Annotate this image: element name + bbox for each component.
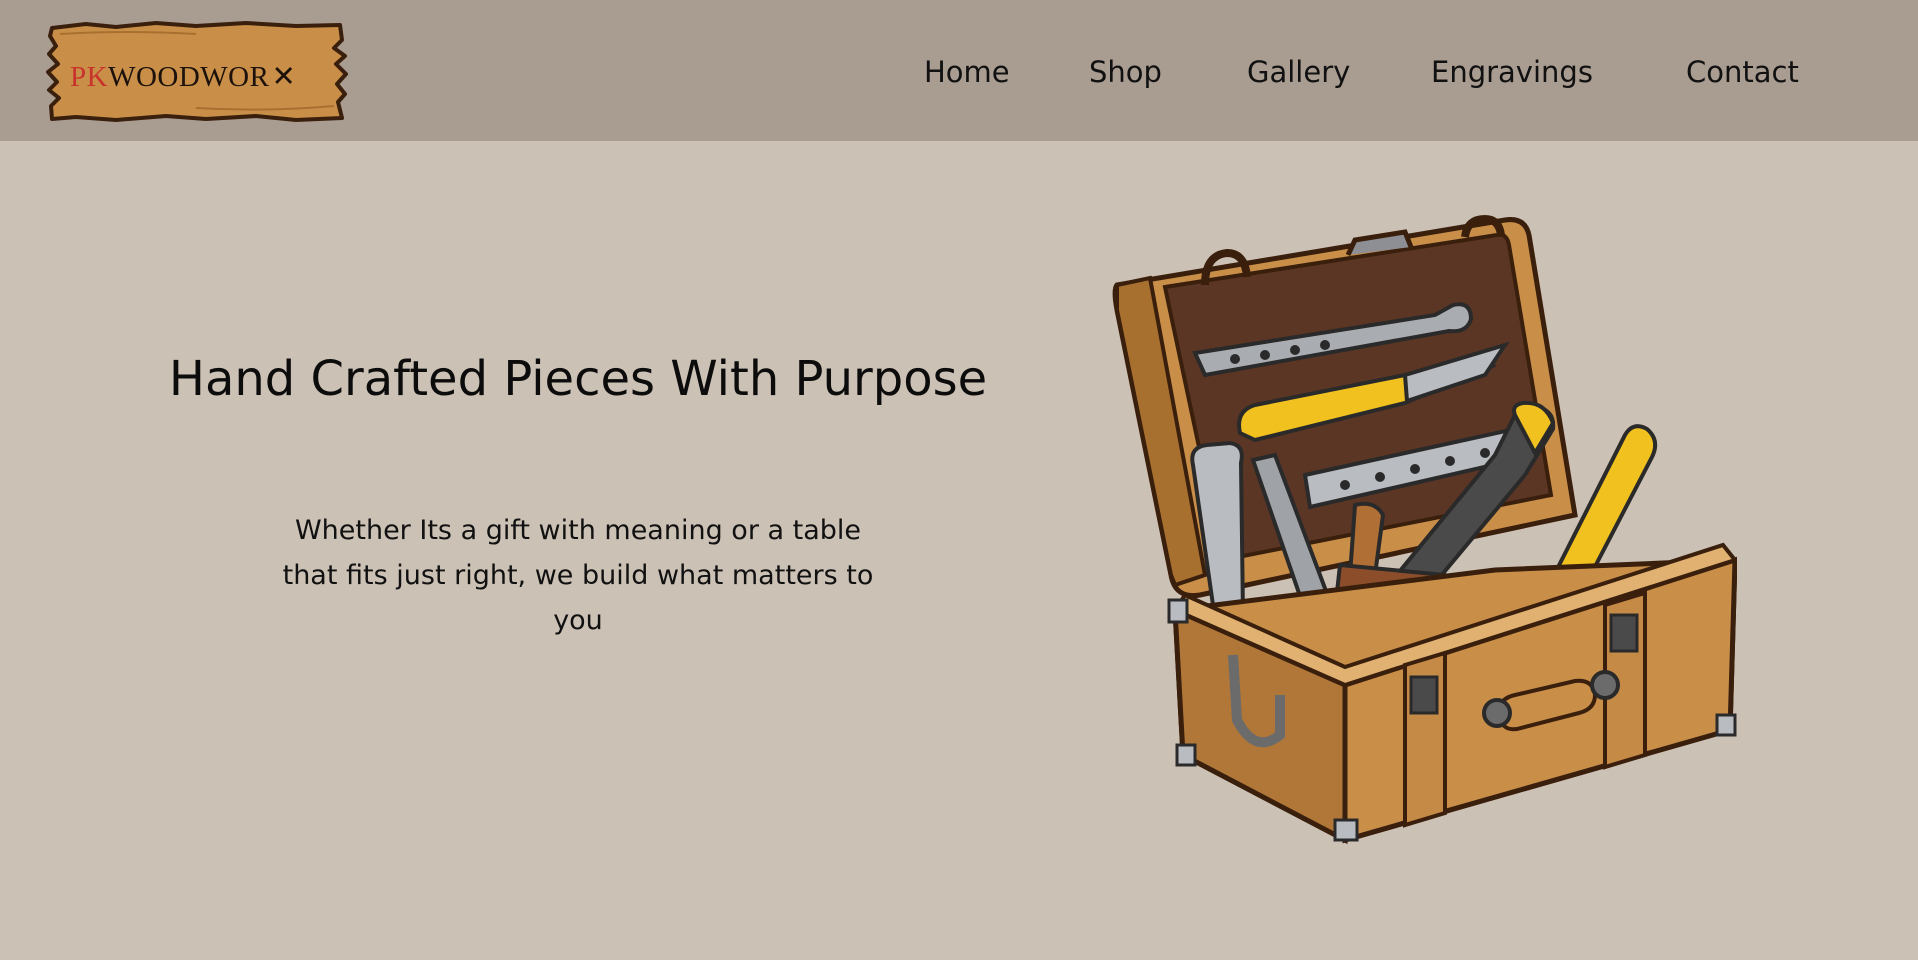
hero-subtitle: Whether Its a gift with meaning or a tab… [282, 515, 874, 636]
logo[interactable]: PKWOODWOR✕ [46, 20, 348, 124]
nav-home[interactable]: Home [924, 50, 1010, 94]
logo-text: PKWOODWOR✕ [70, 56, 340, 96]
toolbox-illustration [1105, 214, 1739, 845]
logo-main: WOODWOR [108, 61, 270, 93]
toolbox-icon [1112, 214, 1739, 845]
site-header: PKWOODWOR✕ Home Shop Gallery Engravings … [0, 0, 1918, 141]
nav-engravings[interactable]: Engravings [1431, 50, 1593, 94]
logo-prefix: PK [70, 61, 109, 93]
nav-gallery[interactable]: Gallery [1247, 50, 1350, 94]
nav-shop[interactable]: Shop [1089, 50, 1162, 94]
page: PKWOODWOR✕ Home Shop Gallery Engravings … [0, 0, 1918, 960]
logo-suffix: ✕ [271, 59, 297, 93]
nav-contact[interactable]: Contact [1686, 50, 1799, 94]
hero-title: Hand Crafted Pieces With Purpose [168, 351, 988, 407]
